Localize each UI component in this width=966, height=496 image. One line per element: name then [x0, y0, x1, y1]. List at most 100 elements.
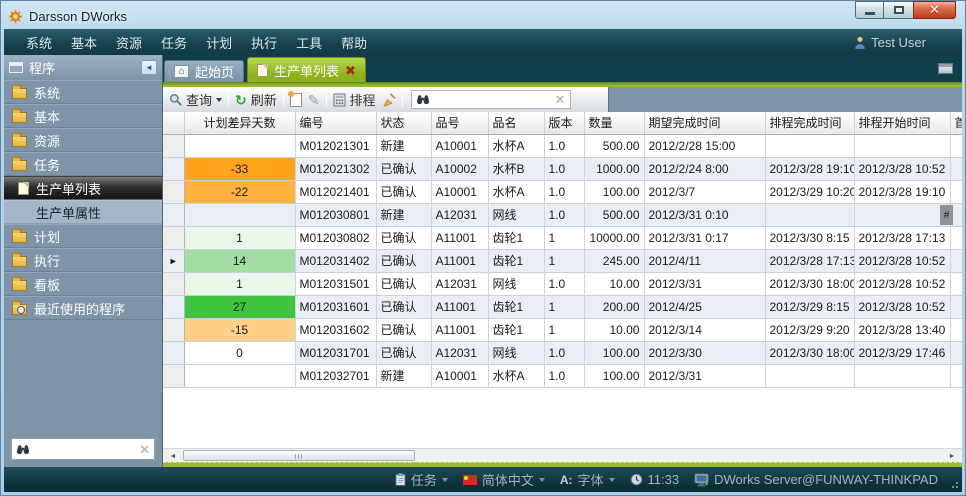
schedule-button[interactable]: 排程 [333, 90, 376, 109]
row-pointer-cell[interactable]: ► [163, 249, 184, 272]
cell-sched_start: 2012/3/28 13:40 [854, 318, 950, 341]
cell-item: A11001 [431, 226, 488, 249]
toolbar-search-clear-icon[interactable]: ✕ [555, 93, 566, 106]
minimize-button[interactable] [855, 1, 884, 19]
column-header-9[interactable]: 排程完成时间 [765, 112, 854, 134]
cell-expect: 2012/4/11 [644, 249, 765, 272]
column-header-5[interactable]: 品名 [488, 112, 544, 134]
sidebar-item-production-order-props[interactable]: 生产单属性 [4, 200, 162, 224]
toolbar-separator [326, 92, 327, 107]
maximize-button[interactable] [884, 1, 913, 19]
menu-item-系统[interactable]: 系统 [26, 33, 52, 52]
cell-ver: 1.0 [544, 203, 584, 226]
row-selector-cell[interactable] [163, 134, 184, 157]
column-header-4[interactable]: 品号 [431, 112, 488, 134]
refresh-button[interactable]: ↻ 刷新 [235, 90, 277, 109]
toolbar-search-input[interactable] [434, 93, 551, 107]
column-header-10[interactable]: 排程开始时间 [854, 112, 950, 134]
scroll-left-button[interactable]: ◄ [165, 450, 181, 462]
menu-item-工具[interactable]: 工具 [296, 33, 322, 52]
column-header-3[interactable]: 状态 [376, 112, 431, 134]
cell-sched_start: 2012/3/29 17:46 [854, 341, 950, 364]
search-icon [169, 93, 182, 106]
sidebar-item-board[interactable]: 看板 [4, 272, 162, 296]
table-row[interactable]: 1M012031501已确认A12031网线1.010.002012/3/312… [163, 272, 962, 295]
tab-production-order-list[interactable]: 生产单列表✖ [247, 57, 366, 82]
menu-item-帮助[interactable]: 帮助 [341, 33, 367, 52]
table-row[interactable]: -22M012021401已确认A10001水杯A1.0100.002012/3… [163, 180, 962, 203]
row-selector-cell[interactable] [163, 157, 184, 180]
server-area: DWorks Server@FUNWAY-THINKPAD [694, 472, 938, 487]
table-row[interactable]: ►14M012031402已确认A11001齿轮11245.002012/4/1… [163, 249, 962, 272]
horizontal-scrollbar[interactable]: ◄ ► [163, 448, 962, 462]
task-menu[interactable]: 任务 [395, 470, 448, 489]
menu-item-执行[interactable]: 执行 [251, 33, 277, 52]
scroll-right-button[interactable]: ► [944, 450, 960, 462]
edit-button[interactable]: ✎ [308, 93, 320, 107]
query-button[interactable]: 查询 [169, 90, 222, 109]
cell-ver: 1.0 [544, 364, 584, 387]
row-selector-cell[interactable] [163, 180, 184, 203]
sidebar-item-task[interactable]: 任务 [4, 152, 162, 176]
sidebar-spacer [4, 320, 162, 434]
row-selector-cell[interactable] [163, 272, 184, 295]
row-selector-cell[interactable] [163, 203, 184, 226]
sidebar-search-clear-icon[interactable]: ✕ [139, 443, 150, 456]
new-button[interactable] [290, 93, 302, 107]
column-header-6[interactable]: 版本 [544, 112, 584, 134]
column-header-11[interactable]: 首 [950, 112, 962, 134]
sidebar-item-recent-programs[interactable]: 最近使用的程序 [4, 296, 162, 320]
font-menu[interactable]: A: 字体 [560, 470, 615, 489]
language-menu[interactable]: 简体中文 [463, 470, 545, 489]
cell-name: 网线 [488, 272, 544, 295]
table-row[interactable]: M012032701新建A10001水杯A1.0100.002012/3/31 [163, 364, 962, 387]
scrollbar-thumb[interactable] [183, 450, 415, 461]
table-row[interactable]: -15M012031602已确认A11001齿轮1110.002012/3/14… [163, 318, 962, 341]
column-header-1[interactable]: 计划差异天数 [184, 112, 295, 134]
sidebar-item-execute[interactable]: 执行 [4, 248, 162, 272]
cell-sched_start [854, 134, 950, 157]
clean-button[interactable] [382, 93, 396, 107]
menu-item-计划[interactable]: 计划 [206, 33, 232, 52]
column-header-7[interactable]: 数量 [584, 112, 644, 134]
cell-ver: 1.0 [544, 157, 584, 180]
cell-sched_end [765, 364, 854, 387]
menu-item-基本[interactable]: 基本 [71, 33, 97, 52]
window-list-icon[interactable] [938, 63, 953, 74]
row-selector-cell[interactable] [163, 318, 184, 341]
sidebar-item-resource[interactable]: 资源 [4, 128, 162, 152]
folder-icon [12, 88, 27, 99]
sidebar-item-system[interactable]: 系统 [4, 80, 162, 104]
sidebar-item-basic[interactable]: 基本 [4, 104, 162, 128]
sidebar-item-plan[interactable]: 计划 [4, 224, 162, 248]
table-row[interactable]: 27M012031601已确认A11001齿轮11200.002012/4/25… [163, 295, 962, 318]
menu-item-资源[interactable]: 资源 [116, 33, 142, 52]
table-row[interactable]: 0M012031701已确认A12031网线1.0100.002012/3/30… [163, 341, 962, 364]
sidebar-search-input[interactable] [34, 442, 135, 456]
close-button[interactable]: ✕ [913, 1, 956, 19]
user-area[interactable]: Test User [854, 35, 940, 50]
tab-close-icon[interactable]: ✖ [345, 64, 356, 77]
menu-item-任务[interactable]: 任务 [161, 33, 187, 52]
table-row[interactable]: M012030801新建A12031网线1.0500.002012/3/31 0… [163, 203, 962, 226]
tab-start-page[interactable]: ⌂起始页 [164, 60, 244, 82]
resize-grip[interactable] [956, 486, 958, 488]
table-row[interactable]: -33M012021302已确认A10002水杯B1.01000.002012/… [163, 157, 962, 180]
cell-ver: 1 [544, 295, 584, 318]
cell-no: M012032701 [295, 364, 376, 387]
cell-no: M012021401 [295, 180, 376, 203]
row-selector-cell[interactable] [163, 226, 184, 249]
sidebar-item-production-order-list[interactable]: 生产单列表 [4, 176, 162, 200]
cell-name: 齿轮1 [488, 249, 544, 272]
task-dropdown-icon [442, 478, 448, 485]
row-selector-cell[interactable] [163, 364, 184, 387]
row-selector-cell[interactable] [163, 295, 184, 318]
table-row[interactable]: 1M012030802已确认A11001齿轮1110000.002012/3/3… [163, 226, 962, 249]
sidebar-item-label: 生产单列表 [36, 179, 101, 198]
table-row[interactable]: M012021301新建A10001水杯A1.0500.002012/2/28 … [163, 134, 962, 157]
column-header-2[interactable]: 编号 [295, 112, 376, 134]
column-header-8[interactable]: 期望完成时间 [644, 112, 765, 134]
sidebar-collapse-button[interactable]: ◄ [141, 60, 157, 75]
row-selector-cell[interactable] [163, 341, 184, 364]
programs-icon [9, 62, 23, 73]
